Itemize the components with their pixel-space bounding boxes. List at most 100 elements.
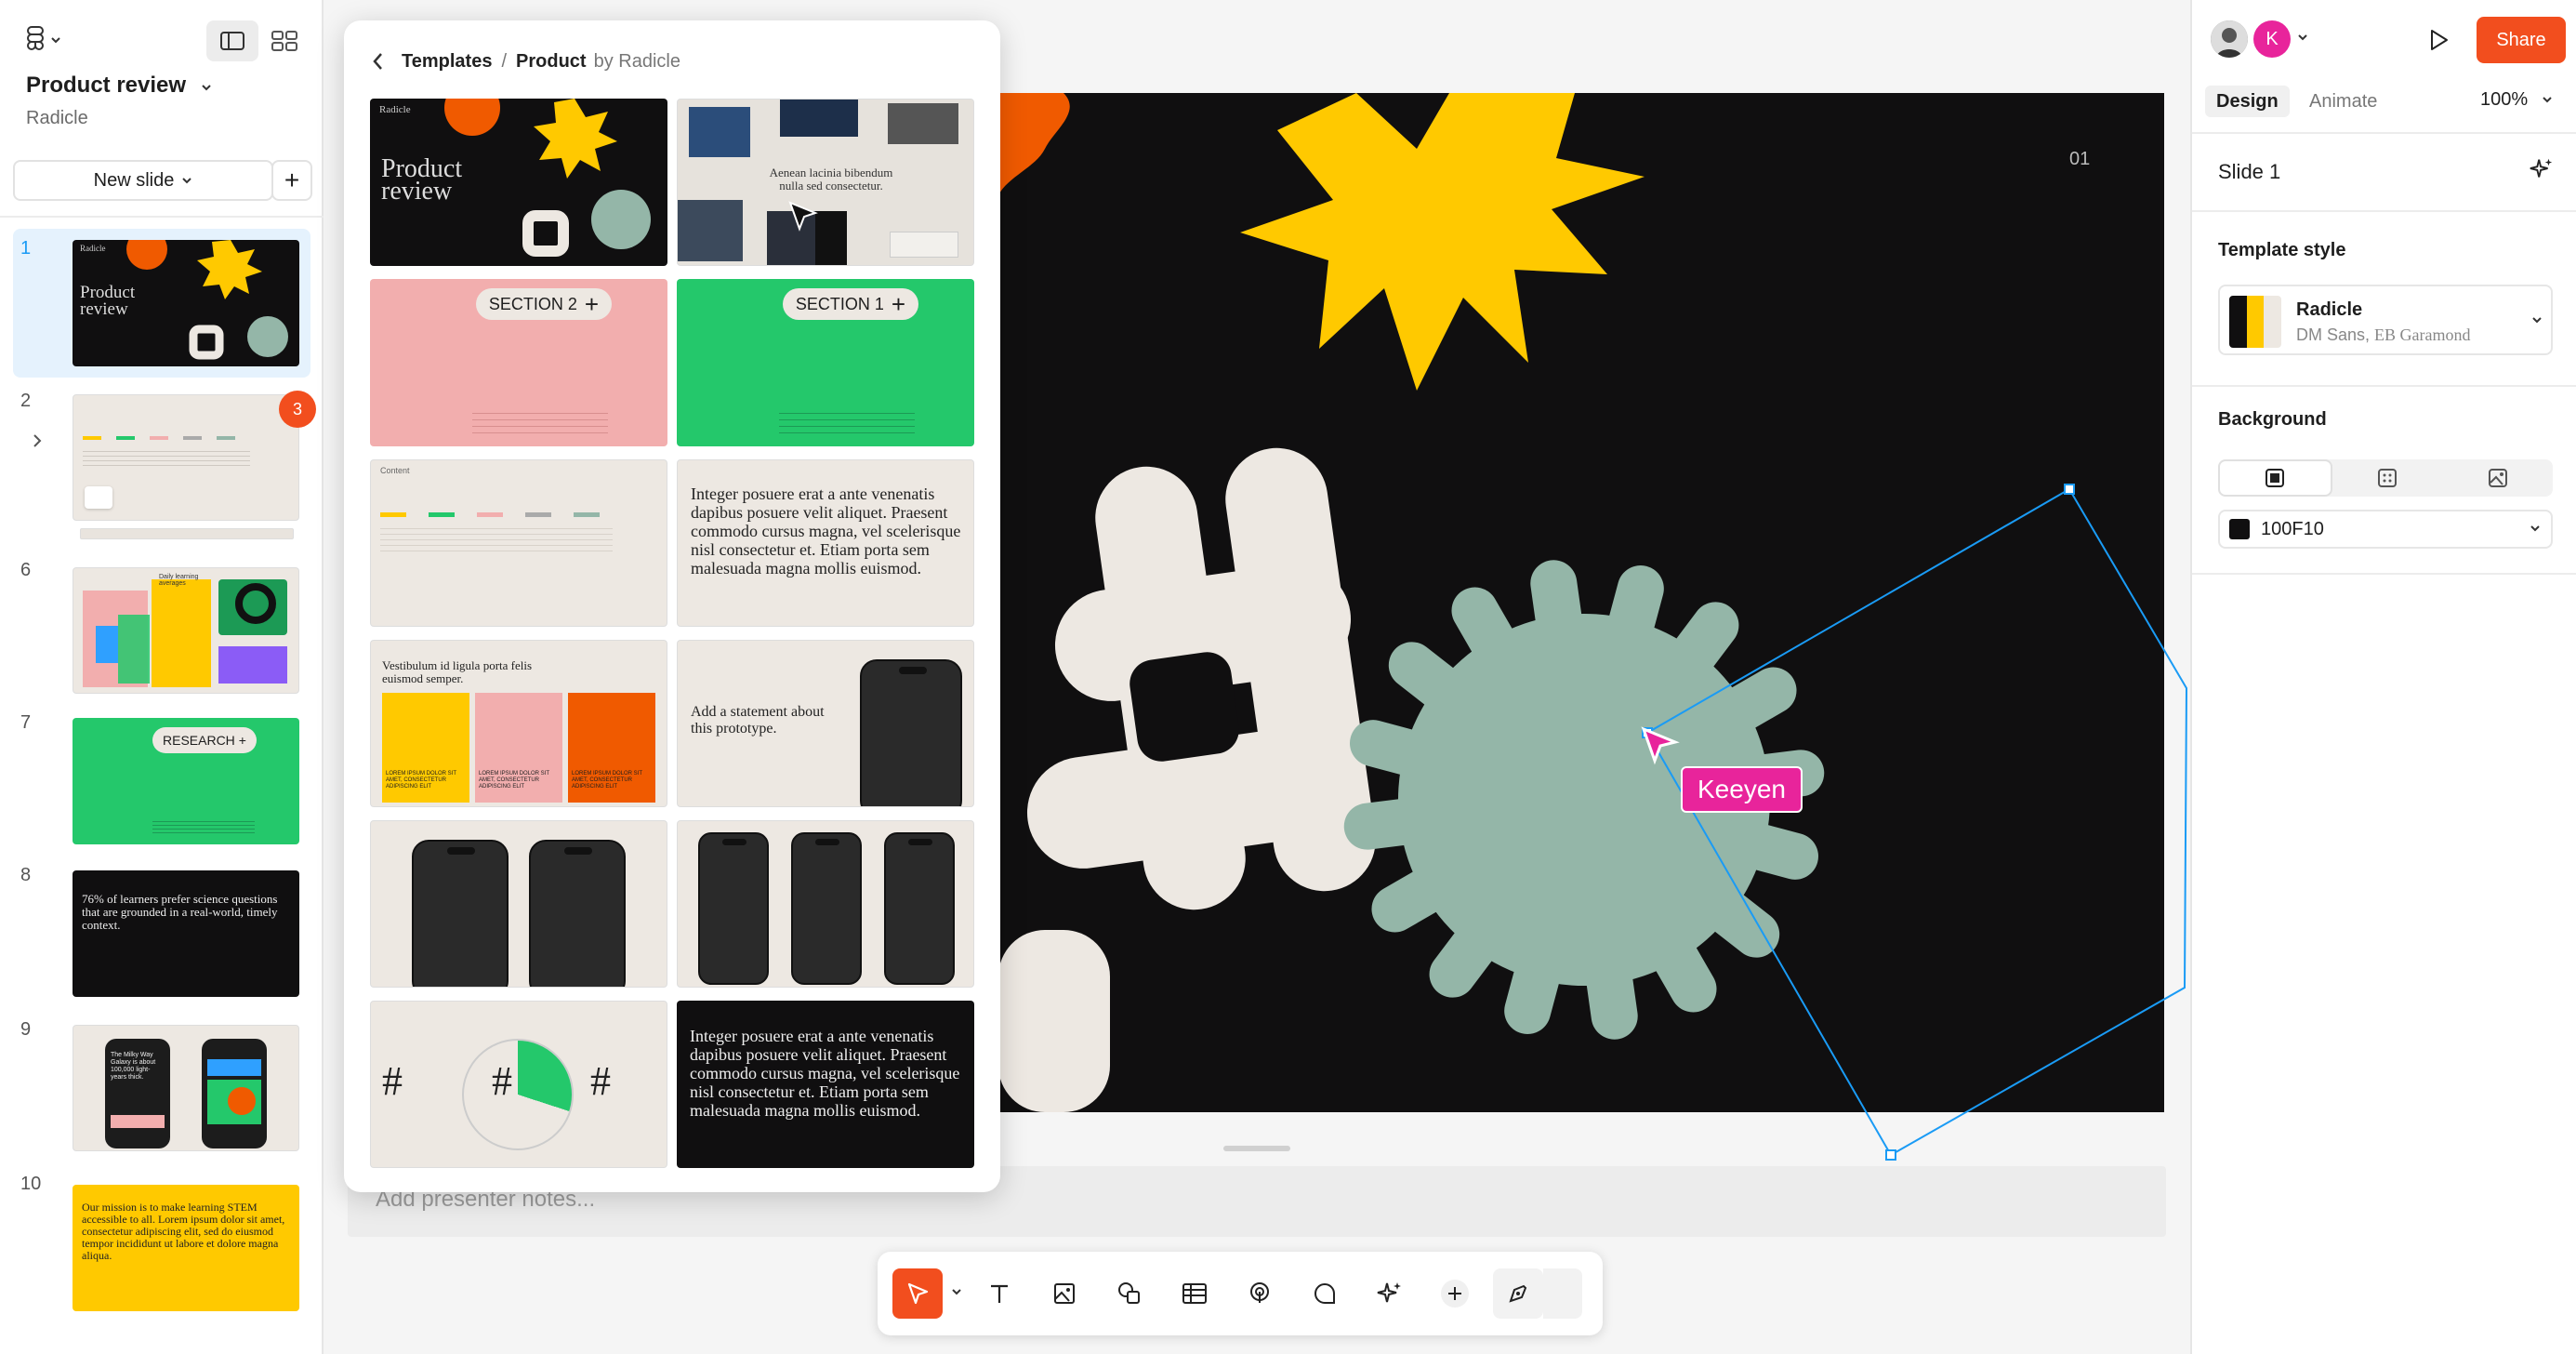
slide-thumbnail-1[interactable]: Radicle Product review [73,240,299,366]
slide-number: 2 [20,391,32,411]
chevron-down-icon [182,178,192,184]
template-card[interactable]: SECTION 2 + [370,279,667,446]
breadcrumb-templates[interactable]: Templates [402,51,492,73]
new-slide-label: New slide [93,169,175,191]
comment-icon [1314,1282,1335,1304]
template-label: Content [380,466,410,475]
ai-tool-button[interactable] [1365,1268,1415,1319]
solid-fill-button[interactable] [2218,459,2332,497]
tab-design[interactable]: Design [2205,86,2290,117]
figma-logo-icon [27,26,44,50]
chevron-down-icon[interactable] [2296,33,2309,43]
slide-thumbnail-8[interactable]: 76% of learners prefer science questions… [73,870,299,997]
background-color-select[interactable]: 100F10 [2218,510,2553,549]
pointer-icon [907,1282,929,1305]
zoom-control[interactable]: 100% [2480,89,2554,111]
background-type-segmented [2218,459,2553,497]
shape-tool-button[interactable] [1104,1268,1155,1319]
resize-handle [2064,484,2075,495]
breadcrumb: Templates / Product by Radicle [370,45,680,78]
style-fonts: DM Sans, EB Garamond [2296,325,2471,345]
interaction-tool-button[interactable] [1235,1268,1285,1319]
template-hash: # [492,1058,512,1104]
template-card[interactable]: Vestibulum id ligula porta felis euismod… [370,640,667,807]
style-swatch [2229,296,2281,348]
new-slide-button[interactable]: New slide [13,160,273,201]
slide-text: Our mission is to make learning STEM acc… [82,1201,285,1262]
template-card[interactable] [677,820,974,988]
plus-icon: + [891,289,906,318]
chevron-right-icon[interactable] [32,433,43,448]
template-col-text: LOREM IPSUM DOLOR SIT AMET, CONSECTETUR … [386,771,456,790]
list-view-button[interactable] [206,20,258,61]
slide-number: 8 [20,865,32,885]
draw-tool-button[interactable] [1493,1268,1543,1319]
template-text: Aenean lacinia bibendum nulla sed consec… [769,166,893,192]
template-col-text: LOREM IPSUM DOLOR SIT AMET, CONSECTETUR … [572,771,642,790]
text-tool-button[interactable] [974,1268,1024,1319]
divider [2192,573,2576,575]
solid-fill-icon [2266,469,2285,487]
grid-view-button[interactable] [258,20,310,61]
template-card[interactable]: Aenean lacinia bibendum nulla sed consec… [677,99,974,266]
template-style-select[interactable]: Radicle DM Sans, EB Garamond [2218,285,2553,355]
template-tag-text: SECTION 1 [795,294,884,313]
table-icon [1182,1283,1207,1304]
document-title[interactable]: Product review [26,73,213,99]
breadcrumb-author: by Radicle [593,50,680,72]
template-card[interactable]: Add a statement about this prototype. [677,640,974,807]
templates-panel: Templates / Product by Radicle Radicle P… [344,20,1000,1192]
template-tag: SECTION 1 + [783,288,918,320]
template-title: Product review [381,154,463,206]
plus-circle-icon [1441,1280,1469,1308]
notes-resize-handle[interactable] [1223,1146,1290,1151]
chevron-down-icon [2530,525,2540,532]
slide-text: 76% of learners prefer science questions… [82,892,278,932]
cursor-icon [788,201,818,232]
template-brand: Radicle [379,104,411,115]
team-name[interactable]: Radicle [26,108,88,129]
template-card[interactable]: Content [370,459,667,627]
slide-number: 7 [20,712,32,733]
share-button[interactable]: Share [2477,17,2566,63]
stacked-slide [80,528,294,539]
pattern-fill-button[interactable] [2332,459,2443,497]
selection-box[interactable] [1636,474,2194,1181]
chevron-left-icon[interactable] [370,51,387,72]
move-tool-button[interactable] [892,1268,943,1319]
add-tool-button[interactable] [1430,1268,1480,1319]
selection-title: Slide 1 [2218,160,2281,183]
template-tag-text: SECTION 2 [488,294,577,313]
comment-tool-button[interactable] [1300,1268,1350,1319]
style-font-serif: EB Garamond [2374,325,2471,344]
avatar[interactable] [2211,20,2248,58]
table-tool-button[interactable] [1169,1268,1220,1319]
slide-thumbnail-2[interactable] [73,394,299,521]
play-icon[interactable] [2424,26,2452,54]
slide-thumbnail-6[interactable]: Daily learning averages [73,567,299,694]
template-card[interactable]: # # # [370,1001,667,1168]
cursor-pointer-icon [1641,726,1680,765]
slide-thumbnail-7[interactable]: RESEARCH + [73,718,299,844]
main-menu-button[interactable] [26,26,71,54]
avatar[interactable]: K [2253,20,2291,58]
template-card[interactable]: SECTION 1 + [677,279,974,446]
sparkle-icon[interactable] [2529,156,2555,182]
template-card[interactable]: Integer posuere erat a ante venenatis da… [677,1001,974,1168]
chevron-down-icon[interactable] [950,1287,963,1296]
image-fill-button[interactable] [2442,459,2553,497]
image-tool-button[interactable] [1039,1268,1090,1319]
tab-animate[interactable]: Animate [2298,86,2388,117]
template-card[interactable]: Integer posuere erat a ante venenatis da… [677,459,974,627]
divider [2192,132,2576,134]
template-card[interactable]: Radicle Product review [370,99,667,266]
add-slide-button[interactable]: + [271,160,312,201]
template-col-text: LOREM IPSUM DOLOR SIT AMET, CONSECTETUR … [479,771,549,790]
comment-count-badge[interactable]: 3 [279,391,316,428]
slide-thumbnail-9[interactable]: The Milky Way Galaxy is about 100,000 li… [73,1025,299,1151]
template-text: Integer posuere erat a ante venenatis da… [691,485,961,577]
sidebar-view-icon [220,32,244,50]
breadcrumb-product: Product [516,50,587,72]
template-card[interactable] [370,820,667,988]
slide-thumbnail-10[interactable]: Our mission is to make learning STEM acc… [73,1185,299,1311]
